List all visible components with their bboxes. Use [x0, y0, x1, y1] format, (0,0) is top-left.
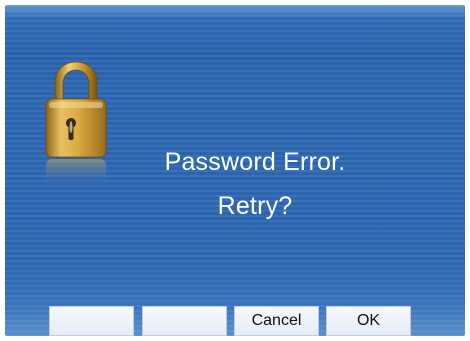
softkey-bar: Cancel OK — [5, 306, 465, 336]
softkey-1-button[interactable] — [49, 306, 134, 336]
cancel-button[interactable]: Cancel — [234, 306, 319, 336]
retry-prompt: Retry? — [217, 192, 293, 220]
ok-button[interactable]: OK — [326, 306, 411, 336]
error-message: Password Error. — [164, 148, 346, 176]
password-error-screen: Password Error. Retry? Cancel OK — [5, 5, 465, 336]
softkey-2-button[interactable] — [142, 306, 227, 336]
